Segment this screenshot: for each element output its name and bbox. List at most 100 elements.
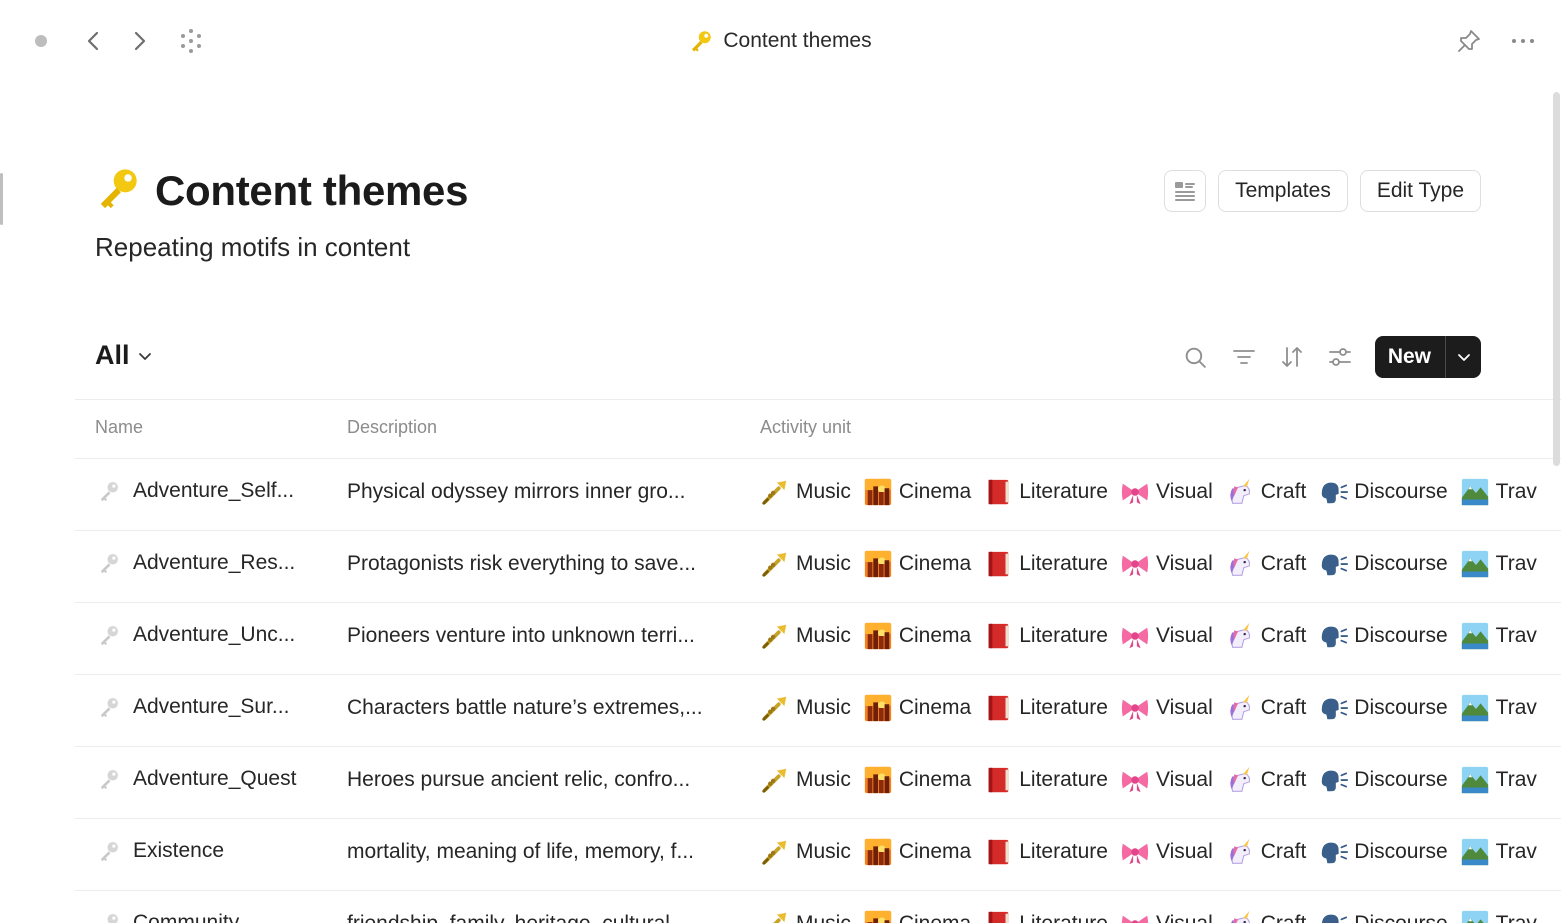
- activity-chip[interactable]: Visual: [1120, 837, 1213, 867]
- activity-chip[interactable]: Cinema: [863, 549, 971, 579]
- activity-chip[interactable]: Craft: [1225, 909, 1306, 923]
- activity-chip[interactable]: Music: [760, 909, 851, 923]
- new-button[interactable]: New: [1375, 336, 1445, 378]
- activity-chip[interactable]: Discourse: [1318, 909, 1448, 923]
- activity-chip[interactable]: Literature: [983, 621, 1108, 651]
- activity-chip[interactable]: Cinema: [863, 693, 971, 723]
- trumpet-icon: [760, 477, 790, 507]
- row-name-text: Adventure_Self...: [133, 479, 295, 502]
- activity-chip[interactable]: Music: [760, 693, 851, 723]
- window-edge-handle[interactable]: [0, 173, 3, 225]
- filter-button[interactable]: [1229, 342, 1259, 372]
- cell-name[interactable]: Existence: [97, 839, 224, 863]
- cell-activity-unit[interactable]: Music Cinema Literature Visual Craft Discours…: [760, 549, 1537, 579]
- activity-chip[interactable]: Trav: [1460, 549, 1537, 579]
- pin-button[interactable]: [1454, 26, 1484, 56]
- activity-chip[interactable]: Craft: [1225, 765, 1306, 795]
- new-options-button[interactable]: [1446, 336, 1481, 378]
- table-row[interactable]: Existence mortality, meaning of life, mem…: [75, 819, 1561, 891]
- unicorn-icon: [1225, 477, 1255, 507]
- view-settings-button[interactable]: [1325, 342, 1355, 372]
- activity-chip[interactable]: Cinema: [863, 837, 971, 867]
- activity-chip[interactable]: Trav: [1460, 765, 1537, 795]
- activity-chip[interactable]: Discourse: [1318, 837, 1448, 867]
- cell-activity-unit[interactable]: Music Cinema Literature Visual Craft Discours…: [760, 765, 1537, 795]
- activity-chip[interactable]: Cinema: [863, 477, 971, 507]
- activity-chip[interactable]: Music: [760, 837, 851, 867]
- activity-chip[interactable]: Craft: [1225, 693, 1306, 723]
- cell-name[interactable]: Community: [97, 911, 239, 923]
- activity-chip[interactable]: Visual: [1120, 909, 1213, 923]
- activity-chip[interactable]: Music: [760, 765, 851, 795]
- cell-activity-unit[interactable]: Music Cinema Literature Visual Craft Discours…: [760, 621, 1537, 651]
- activity-chip[interactable]: Craft: [1225, 549, 1306, 579]
- cell-activity-unit[interactable]: Music Cinema Literature Visual Craft Discours…: [760, 477, 1537, 507]
- activity-chip[interactable]: Music: [760, 477, 851, 507]
- table-row[interactable]: Adventure_Quest Heroes pursue ancient rel…: [75, 747, 1561, 819]
- sort-button[interactable]: [1277, 342, 1307, 372]
- activity-chip[interactable]: Trav: [1460, 693, 1537, 723]
- cell-name[interactable]: Adventure_Sur...: [97, 695, 289, 719]
- templates-button[interactable]: Templates: [1218, 170, 1348, 212]
- mountain-lake-icon: [1460, 837, 1490, 867]
- activity-chip[interactable]: Visual: [1120, 765, 1213, 795]
- activity-chip[interactable]: Craft: [1225, 477, 1306, 507]
- layout-toggle-button[interactable]: [1164, 170, 1207, 212]
- activity-chip[interactable]: Cinema: [863, 765, 971, 795]
- cell-description[interactable]: mortality, meaning of life, memory, f...: [347, 840, 727, 864]
- table-row[interactable]: Adventure_Self... Physical odyssey mirror…: [75, 459, 1561, 531]
- activity-chip[interactable]: Cinema: [863, 621, 971, 651]
- table-row[interactable]: Adventure_Unc... Pioneers venture into un…: [75, 603, 1561, 675]
- cell-description[interactable]: Physical odyssey mirrors inner gro...: [347, 480, 727, 504]
- activity-chip-label: Music: [796, 768, 851, 791]
- activity-chip[interactable]: Trav: [1460, 909, 1537, 923]
- activity-chip[interactable]: Discourse: [1318, 765, 1448, 795]
- cell-description[interactable]: Protagonists risk everything to save...: [347, 552, 727, 576]
- activity-chip[interactable]: Music: [760, 549, 851, 579]
- scrollbar[interactable]: [1553, 92, 1560, 466]
- activity-chip-label: Cinema: [898, 552, 972, 575]
- cell-activity-unit[interactable]: Music Cinema Literature Visual Craft Discours…: [760, 909, 1537, 923]
- activity-chip[interactable]: Craft: [1225, 621, 1306, 651]
- activity-chip[interactable]: Trav: [1460, 477, 1537, 507]
- activity-chip[interactable]: Visual: [1120, 477, 1213, 507]
- activity-chip[interactable]: Discourse: [1318, 621, 1448, 651]
- activity-chip[interactable]: Trav: [1460, 621, 1537, 651]
- activity-chip[interactable]: Literature: [983, 909, 1108, 923]
- cell-name[interactable]: Adventure_Quest: [97, 767, 296, 791]
- edit-type-button[interactable]: Edit Type: [1359, 170, 1481, 212]
- activity-chip[interactable]: Craft: [1225, 837, 1306, 867]
- activity-chip[interactable]: Literature: [983, 549, 1108, 579]
- activity-chip[interactable]: Discourse: [1318, 477, 1448, 507]
- activity-chip[interactable]: Literature: [983, 765, 1108, 795]
- cell-description[interactable]: Characters battle nature’s extremes,...: [347, 696, 727, 720]
- table-row[interactable]: Community friendship, family, heritage, c…: [75, 891, 1561, 923]
- activity-chip[interactable]: Cinema: [863, 909, 971, 923]
- table-row[interactable]: Adventure_Sur... Characters battle nature…: [75, 675, 1561, 747]
- activity-chip[interactable]: Visual: [1120, 549, 1213, 579]
- activity-chip[interactable]: Literature: [983, 837, 1108, 867]
- activity-chip[interactable]: Discourse: [1318, 693, 1448, 723]
- cell-name[interactable]: Adventure_Self...: [97, 479, 294, 503]
- activity-chip[interactable]: Visual: [1120, 693, 1213, 723]
- column-header-name[interactable]: Name: [95, 417, 143, 438]
- cell-name[interactable]: Adventure_Res...: [97, 551, 295, 575]
- activity-chip[interactable]: Literature: [983, 693, 1108, 723]
- table-row[interactable]: Adventure_Res... Protagonists risk everyt…: [75, 531, 1561, 603]
- cell-activity-unit[interactable]: Music Cinema Literature Visual Craft Discours…: [760, 837, 1537, 867]
- cell-description[interactable]: Pioneers venture into unknown terri...: [347, 624, 727, 648]
- cell-description[interactable]: friendship, family, heritage, cultural..…: [347, 912, 727, 923]
- column-header-description[interactable]: Description: [347, 417, 437, 438]
- activity-chip[interactable]: Music: [760, 621, 851, 651]
- activity-chip[interactable]: Trav: [1460, 837, 1537, 867]
- cell-activity-unit[interactable]: Music Cinema Literature Visual Craft Discours…: [760, 693, 1537, 723]
- column-header-activity-unit[interactable]: Activity unit: [760, 417, 851, 438]
- cell-description[interactable]: Heroes pursue ancient relic, confro...: [347, 768, 727, 792]
- search-button[interactable]: [1181, 342, 1211, 372]
- cell-name[interactable]: Adventure_Unc...: [97, 623, 295, 647]
- activity-chip[interactable]: Visual: [1120, 621, 1213, 651]
- view-selector[interactable]: All: [95, 340, 152, 371]
- more-options-button[interactable]: [1508, 26, 1538, 56]
- activity-chip[interactable]: Literature: [983, 477, 1108, 507]
- activity-chip[interactable]: Discourse: [1318, 549, 1448, 579]
